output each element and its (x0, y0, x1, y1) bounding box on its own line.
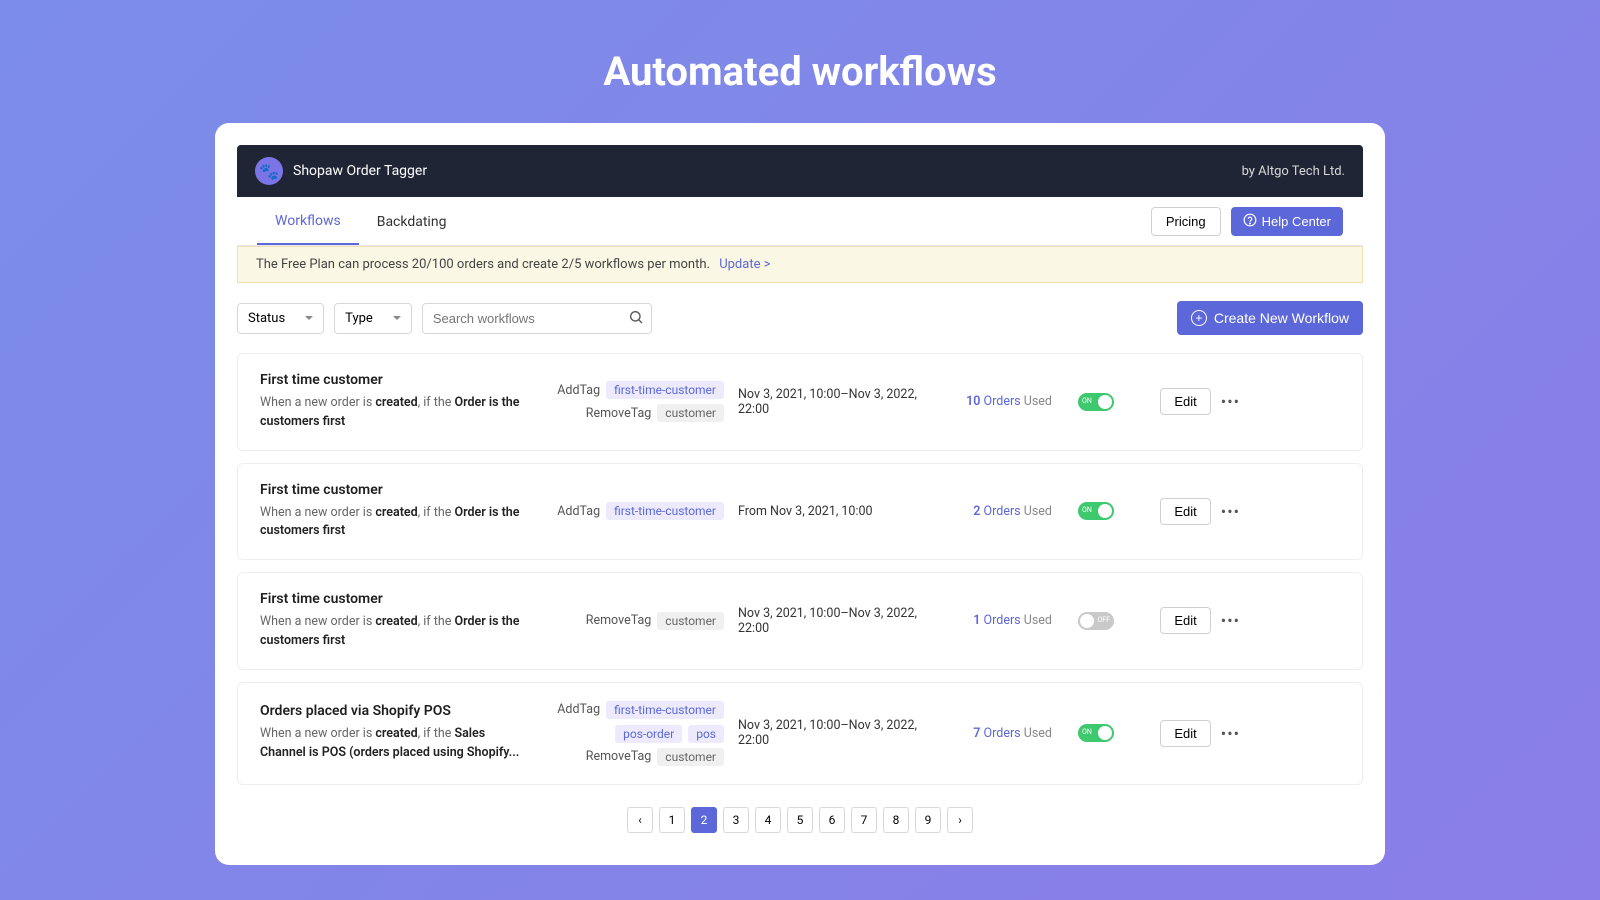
help-center-label: Help Center (1262, 214, 1331, 229)
pricing-button[interactable]: Pricing (1151, 207, 1221, 236)
page-button[interactable]: 2 (691, 807, 717, 833)
tag-chip: customer (657, 748, 724, 766)
plan-notice: The Free Plan can process 20/100 orders … (237, 246, 1363, 283)
page-button[interactable]: 4 (755, 807, 781, 833)
tags-column: RemoveTag customer (534, 612, 724, 630)
tab-workflows[interactable]: Workflows (257, 197, 359, 245)
usage-stat: 10 Orders Used (952, 394, 1052, 409)
page-button[interactable]: 1 (659, 807, 685, 833)
more-icon[interactable]: ••• (1221, 724, 1240, 743)
app-header: 🐾 Shopaw Order Tagger by Altgo Tech Ltd. (237, 145, 1363, 197)
more-icon[interactable]: ••• (1221, 392, 1240, 411)
edit-button[interactable]: Edit (1160, 498, 1210, 525)
tag-chip: customer (657, 612, 724, 630)
usage-stat: 1 Orders Used (952, 613, 1052, 628)
page-button[interactable]: 6 (819, 807, 845, 833)
workflow-row: First time customer When a new order is c… (237, 572, 1363, 670)
page-button[interactable]: 9 (915, 807, 941, 833)
workflow-row: Orders placed via Shopify POS When a new … (237, 682, 1363, 785)
app-name: Shopaw Order Tagger (293, 163, 427, 179)
controls-bar: Status Type + Create New Workflow (237, 283, 1363, 353)
prev-page-button[interactable]: ‹ (627, 807, 653, 833)
tag-chip: customer (657, 404, 724, 422)
plus-icon: + (1191, 310, 1207, 326)
workflow-date: Nov 3, 2021, 10:00–Nov 3, 2022, 22:00 (738, 718, 938, 748)
topbar: Workflows Backdating Pricing Help Center (237, 197, 1363, 246)
tag-chip: pos-order (615, 725, 682, 743)
page-button[interactable]: 7 (851, 807, 877, 833)
status-select[interactable]: Status (237, 303, 324, 334)
next-page-button[interactable]: › (947, 807, 973, 833)
workflow-description: When a new order is created, if the Sale… (260, 725, 520, 763)
workflow-date: Nov 3, 2021, 10:00–Nov 3, 2022, 22:00 (738, 606, 938, 636)
addtag-label: AddTag (557, 702, 600, 717)
workflow-description: When a new order is created, if the Orde… (260, 394, 520, 432)
chevron-down-icon (393, 316, 401, 320)
tag-chip: first-time-customer (606, 381, 724, 399)
help-icon (1243, 213, 1257, 230)
workflow-toggle[interactable]: OFF (1078, 612, 1114, 630)
addtag-label: AddTag (557, 504, 600, 519)
workflow-row: First time customer When a new order is c… (237, 463, 1363, 561)
edit-button[interactable]: Edit (1160, 388, 1210, 415)
workflow-description: When a new order is created, if the Orde… (260, 613, 520, 651)
tag-chip: pos (688, 725, 724, 743)
workflow-description: When a new order is created, if the Orde… (260, 504, 520, 542)
usage-stat: 2 Orders Used (952, 504, 1052, 519)
search-icon (628, 309, 644, 325)
app-logo-icon: 🐾 (255, 157, 283, 185)
status-select-label: Status (248, 311, 285, 326)
addtag-label: AddTag (557, 383, 600, 398)
workflow-date: From Nov 3, 2021, 10:00 (738, 504, 938, 519)
usage-stat: 7 Orders Used (952, 726, 1052, 741)
workflow-list: First time customer When a new order is c… (237, 353, 1363, 785)
update-link[interactable]: Update > (719, 257, 770, 272)
chevron-down-icon (305, 316, 313, 320)
page-title: Automated workflows (0, 0, 1600, 123)
removetag-label: RemoveTag (586, 613, 652, 628)
type-select-label: Type (345, 311, 373, 326)
removetag-label: RemoveTag (586, 406, 652, 421)
app-byline: by Altgo Tech Ltd. (1242, 164, 1345, 179)
workflow-title: First time customer (260, 482, 520, 498)
plan-notice-text: The Free Plan can process 20/100 orders … (256, 257, 710, 272)
tab-backdating[interactable]: Backdating (359, 198, 465, 244)
more-icon[interactable]: ••• (1221, 611, 1240, 630)
create-workflow-label: Create New Workflow (1214, 310, 1349, 326)
tag-chip: first-time-customer (606, 701, 724, 719)
page-button[interactable]: 5 (787, 807, 813, 833)
search-wrap (422, 303, 652, 334)
removetag-label: RemoveTag (586, 749, 652, 764)
edit-button[interactable]: Edit (1160, 720, 1210, 747)
more-icon[interactable]: ••• (1221, 502, 1240, 521)
tags-column: AddTag first-time-customer (534, 502, 724, 520)
tags-column: AddTag first-time-customer RemoveTag custom… (534, 381, 724, 422)
workflow-date: Nov 3, 2021, 10:00–Nov 3, 2022, 22:00 (738, 387, 938, 417)
workflow-title: First time customer (260, 591, 520, 607)
workflow-title: Orders placed via Shopify POS (260, 703, 520, 719)
workflow-title: First time customer (260, 372, 520, 388)
help-center-button[interactable]: Help Center (1231, 207, 1343, 236)
tag-chip: first-time-customer (606, 502, 724, 520)
search-input[interactable] (422, 303, 652, 334)
workflow-toggle[interactable]: ON (1078, 393, 1114, 411)
page-button[interactable]: 8 (883, 807, 909, 833)
page-button[interactable]: 3 (723, 807, 749, 833)
workflow-toggle[interactable]: ON (1078, 502, 1114, 520)
app-card: 🐾 Shopaw Order Tagger by Altgo Tech Ltd.… (215, 123, 1385, 865)
type-select[interactable]: Type (334, 303, 412, 334)
workflow-row: First time customer When a new order is c… (237, 353, 1363, 451)
tags-column: AddTag first-time-customer pos-order pos Rem… (534, 701, 724, 766)
pagination: ‹123456789› (237, 785, 1363, 843)
create-workflow-button[interactable]: + Create New Workflow (1177, 301, 1363, 335)
edit-button[interactable]: Edit (1160, 607, 1210, 634)
workflow-toggle[interactable]: ON (1078, 724, 1114, 742)
